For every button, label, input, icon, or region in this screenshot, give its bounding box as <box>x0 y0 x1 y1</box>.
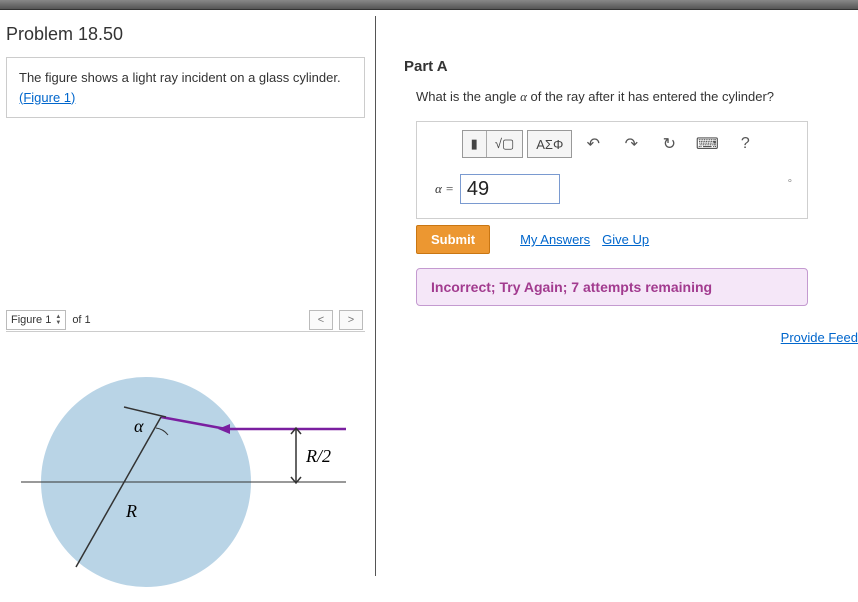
provide-feedback-link[interactable]: Provide Feed <box>781 330 858 345</box>
template-button[interactable]: ▮ <box>463 131 486 157</box>
figure-canvas: α R R/2 <box>6 332 365 602</box>
degree-unit: ∘ <box>787 176 793 187</box>
figure-selector-label: Figure 1 <box>11 314 51 326</box>
answer-input[interactable] <box>460 174 560 204</box>
problem-prompt: The figure shows a light ray incident on… <box>6 57 365 118</box>
figure-prev-button[interactable]: < <box>309 310 333 330</box>
reset-icon: ↻ <box>663 134 676 154</box>
action-row: Submit My Answers Give Up <box>416 225 858 254</box>
reset-button[interactable]: ↻ <box>654 130 684 158</box>
figure-svg: α R R/2 <box>6 332 366 592</box>
r-label: R <box>125 501 137 521</box>
feedback-message: Incorrect; Try Again; 7 attempts remaini… <box>416 268 808 306</box>
rhalf-label: R/2 <box>305 446 331 466</box>
main-content: Problem 18.50 The figure shows a light r… <box>0 10 858 570</box>
keyboard-button[interactable]: ⌨ <box>692 130 722 158</box>
undo-icon: ↶ <box>587 134 600 154</box>
redo-button[interactable]: ↷ <box>616 130 646 158</box>
question-post: of the ray after it has entered the cyli… <box>527 89 774 104</box>
greek-icon: ΑΣΦ <box>536 137 563 152</box>
right-column: Part A What is the angle α of the ray af… <box>376 10 858 570</box>
help-icon: ? <box>741 135 750 153</box>
figure-next-button[interactable]: > <box>339 310 363 330</box>
figure-count: of 1 <box>72 314 90 326</box>
stepper-icon: ▲▼ <box>55 314 61 326</box>
window-topbar <box>0 0 858 10</box>
answer-row: α = <box>425 174 799 204</box>
question-text: What is the angle α of the ray after it … <box>416 89 858 105</box>
figure-panel: Figure 1 ▲▼ of 1 < > <box>6 308 365 602</box>
redo-icon: ↷ <box>625 134 638 154</box>
figure-link[interactable]: (Figure 1) <box>19 90 75 105</box>
fraction-root-button[interactable]: √▢ <box>486 131 522 157</box>
answer-label: α = <box>435 181 454 197</box>
fraction-root-icon: √▢ <box>495 136 514 152</box>
figure-header: Figure 1 ▲▼ of 1 < > <box>6 308 365 332</box>
template-icon: ▮ <box>471 136 478 152</box>
prompt-text: The figure shows a light ray incident on… <box>19 70 341 85</box>
question-pre: What is the angle <box>416 89 520 104</box>
undo-button[interactable]: ↶ <box>578 130 608 158</box>
keyboard-icon: ⌨ <box>696 134 719 154</box>
left-column: Problem 18.50 The figure shows a light r… <box>0 10 375 570</box>
problem-title: Problem 18.50 <box>6 24 365 45</box>
alpha-label: α <box>134 416 144 436</box>
submit-button[interactable]: Submit <box>416 225 490 254</box>
my-answers-link[interactable]: My Answers <box>520 232 590 247</box>
give-up-link[interactable]: Give Up <box>602 232 649 247</box>
part-label: Part A <box>404 58 858 75</box>
question-var: α <box>520 89 527 104</box>
figure-selector[interactable]: Figure 1 ▲▼ <box>6 310 66 330</box>
equation-toolbar: ▮ √▢ ΑΣΦ ↶ ↷ ↻ ⌨ ? <box>425 130 799 158</box>
greek-letters-button[interactable]: ΑΣΦ <box>528 131 571 157</box>
help-button[interactable]: ? <box>730 130 760 158</box>
answer-box: ▮ √▢ ΑΣΦ ↶ ↷ ↻ ⌨ ? α = ∘ <box>416 121 808 219</box>
